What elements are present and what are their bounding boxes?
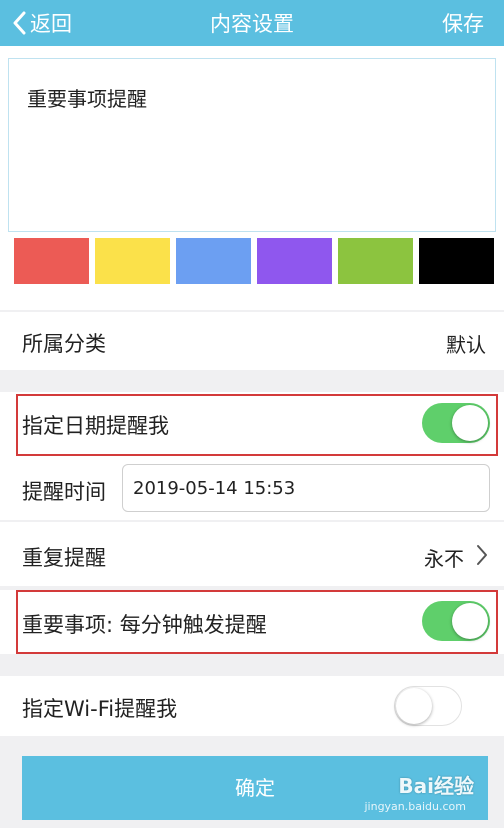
- content-textarea[interactable]: 重要事项提醒: [8, 58, 496, 232]
- color-swatch-blue[interactable]: [176, 238, 251, 284]
- repeat-label: 重复提醒: [22, 546, 106, 570]
- wifi-reminder-label: 指定Wi-Fi提醒我: [22, 697, 178, 721]
- wifi-reminder-row: 指定Wi-Fi提醒我: [0, 676, 504, 736]
- category-value: 默认: [446, 333, 486, 357]
- reminder-time-row: 提醒时间: [0, 456, 504, 520]
- back-label: 返回: [30, 12, 72, 36]
- back-button[interactable]: 返回: [12, 7, 72, 39]
- toggle-knob: [396, 688, 432, 724]
- repeat-row[interactable]: 重复提醒 永不: [0, 522, 504, 586]
- color-swatch-purple[interactable]: [257, 238, 332, 284]
- watermark-url: jingyan.baidu.com: [364, 800, 466, 813]
- repeat-value: 永不: [424, 547, 464, 571]
- color-swatch-red[interactable]: [14, 238, 89, 284]
- color-swatch-black[interactable]: [419, 238, 494, 284]
- color-swatch-yellow[interactable]: [95, 238, 170, 284]
- important-row: 重要事项: 每分钟触发提醒: [0, 590, 504, 654]
- chevron-left-icon: [13, 11, 26, 35]
- reminder-time-input[interactable]: [122, 464, 490, 512]
- date-reminder-label: 指定日期提醒我: [22, 414, 169, 438]
- category-row[interactable]: 所属分类 默认: [0, 312, 504, 370]
- date-reminder-toggle[interactable]: [422, 403, 490, 443]
- toggle-knob: [452, 405, 488, 441]
- chevron-right-icon: [477, 545, 487, 565]
- wifi-reminder-toggle[interactable]: [394, 686, 462, 726]
- important-label: 重要事项: 每分钟触发提醒: [22, 613, 267, 637]
- nav-bar: 返回 内容设置 保存: [0, 0, 504, 46]
- watermark-logo: Bai经验: [398, 774, 474, 798]
- color-swatch-green[interactable]: [338, 238, 413, 284]
- date-reminder-row: 指定日期提醒我: [0, 392, 504, 456]
- toggle-knob: [452, 603, 488, 639]
- category-label: 所属分类: [22, 332, 106, 356]
- important-toggle[interactable]: [422, 601, 490, 641]
- reminder-time-label: 提醒时间: [22, 480, 106, 504]
- page-title: 内容设置: [210, 12, 294, 36]
- save-button[interactable]: 保存: [442, 8, 484, 38]
- content-section: 重要事项提醒: [0, 46, 504, 310]
